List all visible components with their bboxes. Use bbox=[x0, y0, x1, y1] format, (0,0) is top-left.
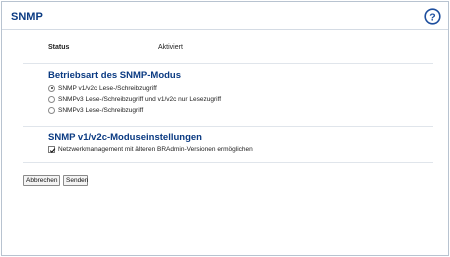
snmp-settings-panel: SNMP ? Status Aktiviert Betriebsart des … bbox=[1, 1, 449, 256]
radio-option-label: SNMPv3 Lese-/Schreibzugriff bbox=[58, 106, 144, 114]
radio-button[interactable] bbox=[48, 106, 55, 114]
snmp-mode-heading: Betriebsart des SNMP-Modus bbox=[48, 70, 182, 81]
bradmin-legacy-checkbox-row[interactable]: Netzwerkmanagement mit älteren BRAdmin-V… bbox=[48, 144, 253, 154]
v1v2c-settings-heading: SNMP v1/v2c-Moduseinstellungen bbox=[48, 132, 202, 143]
divider bbox=[23, 162, 433, 163]
status-label: Status bbox=[48, 44, 70, 51]
radio-snmpv3-readwrite-v1v2c-readonly[interactable]: SNMPv3 Lese-/Schreibzugriff und v1/v2c n… bbox=[48, 94, 221, 104]
status-value: Aktiviert bbox=[158, 44, 183, 51]
divider bbox=[23, 63, 433, 64]
cancel-button[interactable]: Abbrechen bbox=[23, 175, 60, 186]
radio-button-checked[interactable] bbox=[48, 84, 55, 92]
radio-snmpv3-readwrite[interactable]: SNMPv3 Lese-/Schreibzugriff bbox=[48, 105, 143, 115]
radio-option-label: SNMP v1/v2c Lese-/Schreibzugriff bbox=[58, 84, 157, 92]
help-question-icon[interactable]: ? bbox=[424, 8, 441, 25]
checkbox-checked[interactable] bbox=[48, 145, 56, 153]
page-title: SNMP bbox=[11, 11, 43, 23]
radio-snmp-v1v2c-readwrite[interactable]: SNMP v1/v2c Lese-/Schreibzugriff bbox=[48, 83, 157, 93]
title-bar: SNMP ? bbox=[2, 2, 448, 30]
svg-text:?: ? bbox=[429, 11, 435, 23]
checkbox-label: Netzwerkmanagement mit älteren BRAdmin-V… bbox=[58, 145, 253, 153]
radio-option-label: SNMPv3 Lese-/Schreibzugriff und v1/v2c n… bbox=[58, 95, 222, 103]
divider bbox=[23, 126, 433, 127]
radio-button[interactable] bbox=[48, 95, 55, 103]
submit-button[interactable]: Senden bbox=[63, 175, 88, 186]
